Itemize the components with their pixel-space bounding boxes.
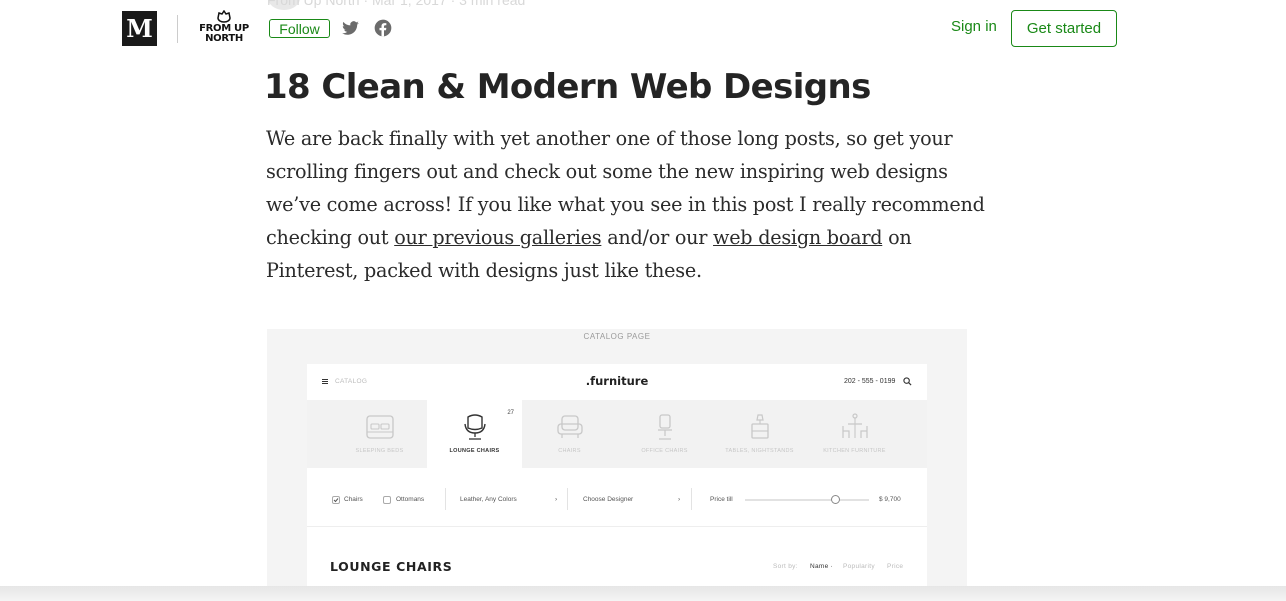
category-label: CHAIRS: [558, 448, 581, 454]
bed-icon: [365, 415, 394, 439]
category-label: SLEEPING BEDS: [355, 448, 404, 454]
designer-select: Choose Designer: [583, 496, 634, 503]
sort-by-label: Sort by:: [773, 563, 798, 570]
category-label: OFFICE CHAIRS: [641, 448, 688, 454]
web-design-board-link[interactable]: web design board: [713, 226, 883, 249]
follow-button[interactable]: Follow: [269, 19, 330, 38]
filter-divider: [567, 488, 568, 510]
figure-caption-label: CATALOG PAGE: [583, 332, 651, 341]
publication-logo[interactable]: FROM UP NORTH: [195, 10, 253, 50]
material-select: Leather, Any Colors: [460, 496, 517, 503]
facebook-icon[interactable]: [373, 18, 393, 38]
category-sleeping-beds: SLEEPING BEDS: [327, 400, 432, 468]
sign-in-link[interactable]: Sign in: [951, 18, 997, 35]
price-slider-track: [745, 499, 869, 501]
filter-divider: [691, 488, 692, 510]
chairs-filter-label: Chairs: [344, 496, 363, 503]
category-kitchen-furniture: KITCHEN FURNITURE: [807, 400, 902, 468]
price-value: $ 9,700: [879, 496, 901, 503]
chairs-checkbox-checked: [332, 496, 340, 504]
medium-logo[interactable]: M: [122, 11, 157, 46]
sort-name-option: Name ·: [810, 563, 834, 570]
category-label: LOUNGE CHAIRS: [449, 448, 500, 454]
intro-text-2: and/or our: [601, 226, 714, 249]
kitchen-table-icon: [841, 413, 868, 438]
chevron-right-icon: ›: [555, 496, 558, 503]
mock-phone: 202 - 555 - 0199: [844, 378, 896, 385]
ottomans-filter-label: Ottomans: [396, 496, 425, 503]
lounge-chair-icon: [463, 414, 486, 440]
check-icon: [333, 498, 339, 503]
filter-bar: Chairs Ottomans Leather, Any Colors › Ch…: [307, 476, 927, 526]
bottom-bar: [0, 586, 1286, 601]
category-label: KITCHEN FURNITURE: [823, 448, 886, 454]
article-image: CATALOG PAGE CATALOG .furniture 202 - 55…: [267, 329, 967, 591]
category-tables-nightstands: TABLES, NIGHTSTANDS: [712, 400, 807, 468]
filter-divider: [445, 488, 446, 510]
header-divider: [177, 15, 178, 43]
chevron-right-icon: ›: [678, 496, 681, 503]
nightstand-icon: [750, 414, 769, 439]
furniture-site-mockup: CATALOG .furniture 202 - 555 - 0199 SLEE…: [307, 364, 927, 591]
ottomans-checkbox: [383, 496, 391, 504]
previous-galleries-link[interactable]: our previous galleries: [394, 226, 601, 249]
category-lounge-chairs: LOUNGE CHAIRS 27: [427, 400, 522, 468]
publication-logo-icon: [217, 10, 231, 23]
category-bar: SLEEPING BEDS LOUNGE CHAIRS 27 CHAIRS OF…: [307, 400, 927, 468]
twitter-icon[interactable]: [340, 18, 361, 38]
office-chair-icon: [657, 414, 672, 440]
armchair-icon: [556, 415, 583, 438]
article-intro: We are back finally with yet another one…: [266, 122, 986, 287]
get-started-button[interactable]: Get started: [1011, 10, 1117, 47]
article-title: 18 Clean & Modern Web Designs: [264, 67, 871, 107]
mock-separator: [307, 526, 927, 527]
search-icon: [903, 377, 912, 386]
publication-name-line-2: NORTH: [205, 33, 243, 44]
price-slider-knob: [831, 495, 841, 504]
category-chairs: CHAIRS: [522, 400, 617, 468]
mock-brand: .furniture: [585, 374, 649, 388]
article-byline: From Up North · Mar 1, 2017 · 3 min read: [267, 0, 526, 8]
sort-price-option: Price: [887, 563, 904, 570]
category-label: TABLES, NIGHTSTANDS: [725, 448, 794, 454]
category-count: 27: [507, 410, 514, 416]
section-heading: LOUNGE CHAIRS: [330, 559, 453, 574]
category-office-chairs: OFFICE CHAIRS: [617, 400, 712, 468]
sort-popularity-option: Popularity: [843, 563, 875, 570]
price-label: Price till: [710, 496, 733, 503]
